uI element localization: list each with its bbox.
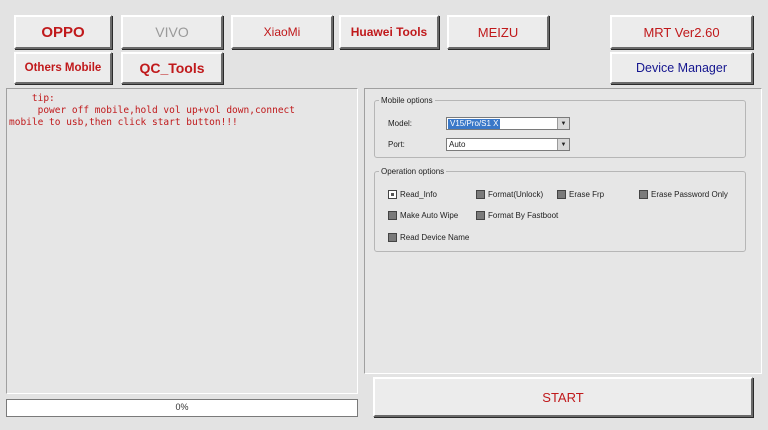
checkbox-icon [388,211,397,220]
mrt-version-button[interactable]: MRT Ver2.60 [610,15,753,49]
oppo-button[interactable]: OPPO [14,15,112,49]
format-unlock-label: Format(Unlock) [488,190,544,199]
progress-label: 0% [175,402,189,412]
operation-options-group: Operation options Read_Info Format(Unloc… [374,167,746,252]
chevron-down-icon[interactable]: ▼ [557,118,569,129]
device-manager-button[interactable]: Device Manager [610,52,753,84]
meizu-button[interactable]: MEIZU [447,15,549,49]
read-info-radio[interactable]: Read_Info [388,190,437,199]
read-device-name-label: Read Device Name [400,233,470,242]
model-select[interactable]: V15/Pro/S1 X ▼ [446,117,570,130]
read-info-label: Read_Info [400,190,437,199]
operation-options-legend: Operation options [381,167,445,176]
format-unlock-checkbox[interactable]: Format(Unlock) [476,190,543,199]
chevron-down-icon[interactable]: ▼ [557,139,569,150]
mobile-options-group: Mobile options Model: V15/Pro/S1 X ▼ Por… [374,96,746,158]
checkbox-icon [388,233,397,242]
vivo-button[interactable]: VIVO [121,15,223,49]
erase-frp-checkbox[interactable]: Erase Frp [557,190,604,199]
read-device-name-checkbox[interactable]: Read Device Name [388,233,469,242]
checkbox-icon [557,190,566,199]
start-button[interactable]: START [373,377,753,417]
checkbox-icon [476,190,485,199]
erase-password-only-label: Erase Password Only [651,190,728,199]
log-text: tip: power off mobile,hold vol up+vol do… [9,93,295,128]
make-auto-wipe-label: Make Auto Wipe [400,211,459,220]
mobile-options-legend: Mobile options [381,96,433,105]
qc-tools-button[interactable]: QC_Tools [121,52,223,84]
model-value: V15/Pro/S1 X [448,119,501,129]
format-by-fastboot-label: Format By Fastboot [488,211,559,220]
erase-password-only-checkbox[interactable]: Erase Password Only [639,190,728,199]
huawei-tools-button[interactable]: Huawei Tools [339,15,439,49]
log-panel[interactable]: tip: power off mobile,hold vol up+vol do… [6,88,358,394]
format-by-fastboot-checkbox[interactable]: Format By Fastboot [476,211,558,220]
port-label: Port: [388,140,405,149]
checkbox-icon [639,190,648,199]
make-auto-wipe-checkbox[interactable]: Make Auto Wipe [388,211,458,220]
port-value: Auto [449,140,466,149]
others-mobile-button[interactable]: Others Mobile [14,52,112,84]
checkbox-icon [476,211,485,220]
xiaomi-button[interactable]: XiaoMi [231,15,333,49]
port-select[interactable]: Auto ▼ [446,138,570,151]
model-label: Model: [388,119,413,128]
erase-frp-label: Erase Frp [569,190,605,199]
progress-bar: 0% [6,399,358,417]
options-panel: Mobile options Model: V15/Pro/S1 X ▼ Por… [364,88,762,374]
radio-checked-icon [388,190,397,199]
